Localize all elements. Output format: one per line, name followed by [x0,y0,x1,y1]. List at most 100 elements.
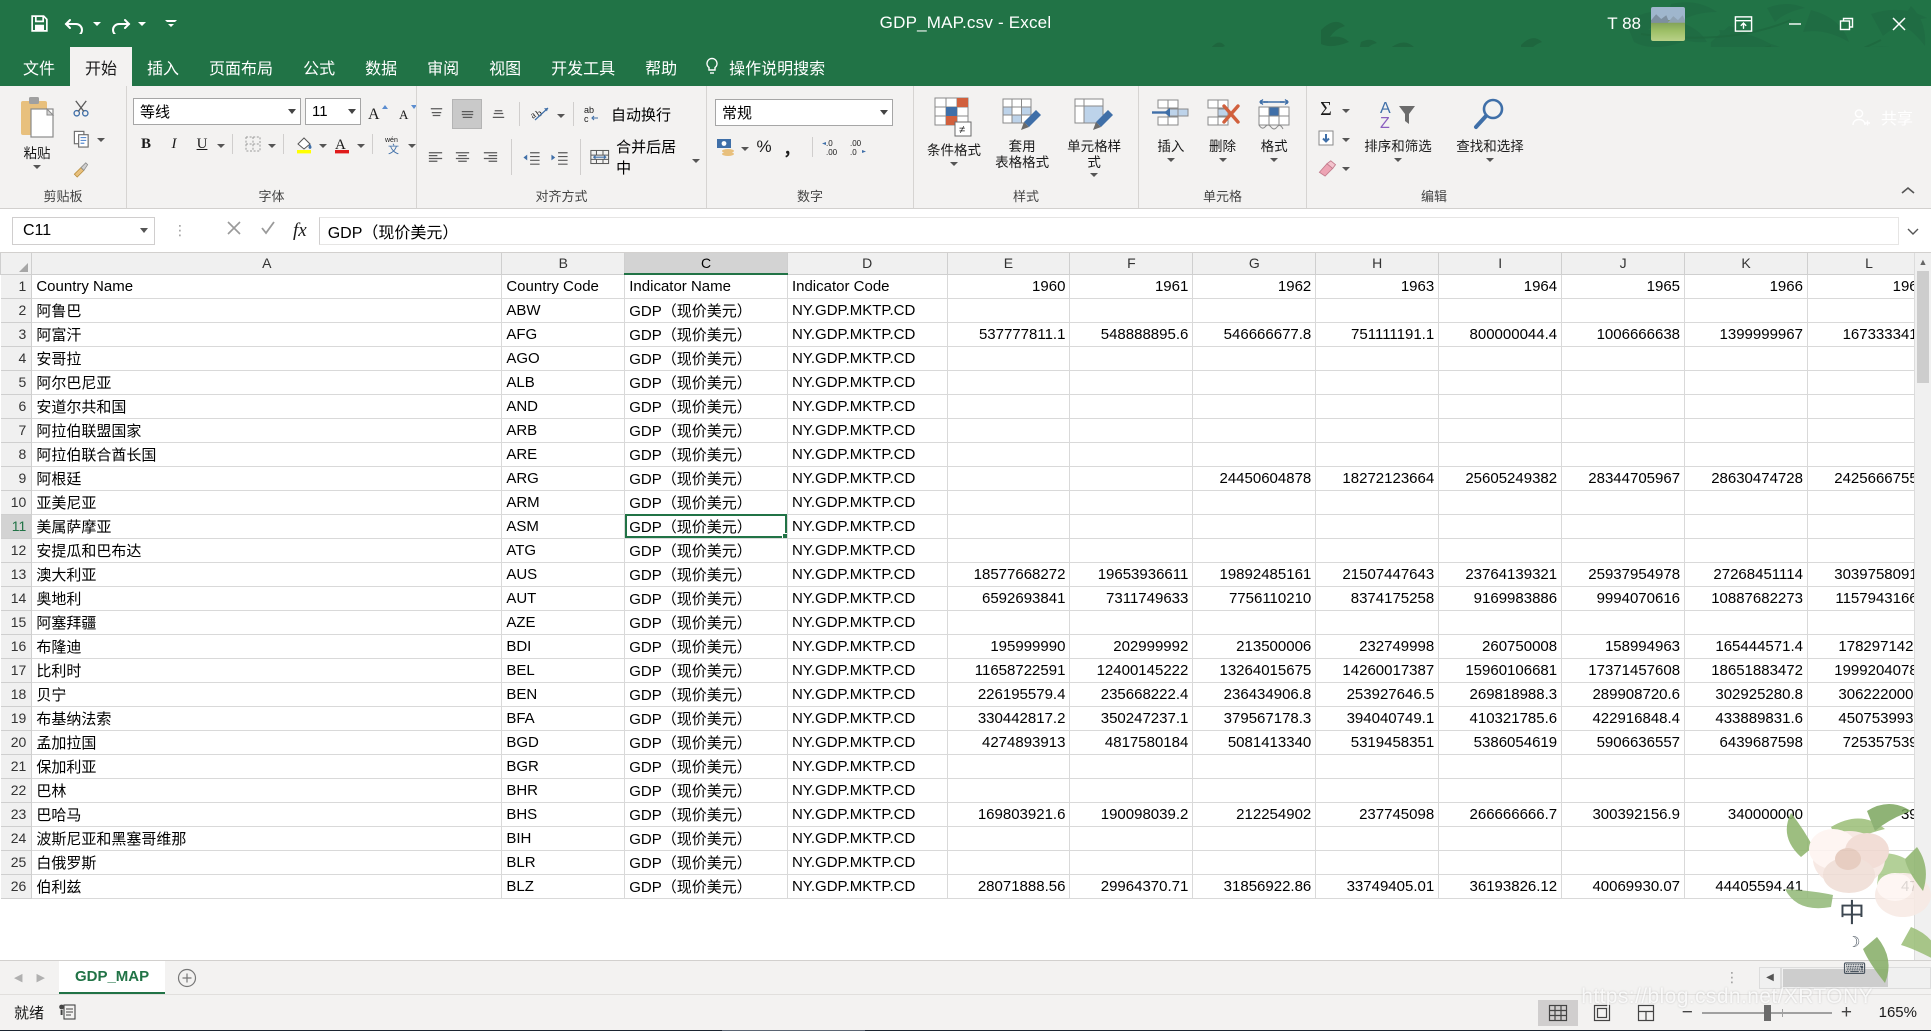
table-row[interactable]: 15 阿塞拜疆 AZE GDP（现价美元） NY.GDP.MKTP.CD [0,609,1931,635]
cell-H7[interactable] [1315,418,1440,443]
cell-A1[interactable]: Country Name [31,274,503,299]
cell-G7[interactable] [1192,418,1317,443]
cell-K26[interactable]: 44405594.41 [1684,874,1808,899]
tab-review[interactable]: 审阅 [412,47,474,86]
cell-J11[interactable] [1561,514,1686,539]
decrease-decimal-button[interactable]: .00 .0 [848,134,874,160]
table-row[interactable]: 12 安提瓜和巴布达 ATG GDP（现价美元） NY.GDP.MKTP.CD [0,537,1931,563]
cell-A17[interactable]: 比利时 [31,658,503,683]
cell-J9[interactable]: 28344705967 [1561,466,1686,491]
cell-K2[interactable] [1684,298,1808,323]
row-header-22[interactable]: 22 [0,777,33,803]
cell-C20[interactable]: GDP（现价美元） [624,730,788,755]
sort-filter-dropdown-icon[interactable] [1394,157,1402,162]
cell-C25[interactable]: GDP（现价美元） [624,850,788,875]
cell-H18[interactable]: 253927646.5 [1315,682,1440,707]
cell-D26[interactable]: NY.GDP.MKTP.CD [787,874,948,899]
zoom-control[interactable]: − + 165% [1682,1002,1917,1024]
cell-K18[interactable]: 302925280.8 [1684,682,1808,707]
format-cells-dropdown-icon[interactable] [1270,157,1279,162]
cell-D25[interactable]: NY.GDP.MKTP.CD [787,850,948,875]
cell-L1[interactable]: 1967 [1807,274,1931,299]
table-row[interactable]: 9 阿根廷 ARG GDP（现价美元） NY.GDP.MKTP.CD 2445060487… [0,465,1931,491]
cell-A18[interactable]: 贝宁 [31,682,503,707]
column-header-e[interactable]: E [946,253,1071,275]
cell-L25[interactable] [1807,850,1931,875]
paste-dropdown-icon[interactable] [33,164,41,169]
cell-G23[interactable]: 212254902 [1192,802,1317,827]
cell-K11[interactable] [1684,514,1808,539]
vertical-scroll-thumb[interactable] [1917,271,1929,383]
cell-E20[interactable]: 4274893913 [947,730,1071,755]
cell-I22[interactable] [1438,778,1563,803]
cell-styles-button[interactable]: 单元格样式 [1056,94,1132,179]
cell-A9[interactable]: 阿根廷 [31,466,503,491]
cell-J12[interactable] [1561,538,1686,563]
row-header-21[interactable]: 21 [0,753,33,779]
clear-dropdown-icon[interactable] [1342,166,1350,171]
cell-A2[interactable]: 阿鲁巴 [31,298,503,323]
cell-G5[interactable] [1192,370,1317,395]
cell-K4[interactable] [1684,346,1808,371]
cell-B23[interactable]: BHS [501,802,626,827]
cell-K25[interactable] [1684,850,1808,875]
find-select-dropdown-icon[interactable] [1486,157,1494,162]
autosum-dropdown-icon[interactable] [1342,108,1350,113]
tell-me-box[interactable]: 操作说明搜索 [692,47,837,86]
cell-L8[interactable] [1807,442,1931,467]
cell-H12[interactable] [1315,538,1440,563]
collapse-ribbon-button[interactable] [1895,178,1921,204]
cell-B25[interactable]: BLR [501,850,626,875]
horizontal-scrollbar[interactable]: ◀ [1759,966,1931,989]
cell-K16[interactable]: 165444571.4 [1684,634,1808,659]
cell-F22[interactable] [1069,778,1194,803]
cell-H19[interactable]: 394040749.1 [1315,706,1440,731]
cell-H14[interactable]: 8374175258 [1315,586,1440,611]
cell-B18[interactable]: BEN [501,682,626,707]
cell-D6[interactable]: NY.GDP.MKTP.CD [787,394,948,419]
page-layout-view-button[interactable] [1582,1000,1622,1026]
table-row[interactable]: 16 布隆迪 BDI GDP（现价美元） NY.GDP.MKTP.CD 195999990… [0,633,1931,659]
table-row[interactable]: 17 比利时 BEL GDP（现价美元） NY.GDP.MKTP.CD 116587225… [0,657,1931,683]
cell-L10[interactable] [1807,490,1931,515]
accessibility-icon[interactable] [58,1001,78,1025]
tab-developer[interactable]: 开发工具 [536,47,630,86]
cell-D1[interactable]: Indicator Code [787,274,948,299]
cell-D10[interactable]: NY.GDP.MKTP.CD [787,490,948,515]
row-header-24[interactable]: 24 [0,825,33,851]
cell-F6[interactable] [1069,394,1194,419]
cell-A7[interactable]: 阿拉伯联盟国家 [31,418,503,443]
cell-H22[interactable] [1315,778,1440,803]
cell-F2[interactable] [1069,298,1194,323]
table-row[interactable]: 3 阿富汗 AFG GDP（现价美元） NY.GDP.MKTP.CD 537777811.… [0,321,1931,347]
delete-cells-button[interactable]: 删除 [1197,96,1249,164]
cell-I23[interactable]: 266666666.7 [1438,802,1563,827]
wrap-text-button[interactable]: ab c 自动换行 [582,103,671,125]
cell-B22[interactable]: BHR [501,778,626,803]
increase-indent-button[interactable] [547,144,572,170]
cell-K19[interactable]: 433889831.6 [1684,706,1808,731]
cell-L2[interactable] [1807,298,1931,323]
cell-F3[interactable]: 548888895.6 [1069,322,1194,347]
cell-H8[interactable] [1315,442,1440,467]
row-header-14[interactable]: 14 [0,585,33,611]
enter-formula-icon[interactable] [259,219,277,242]
table-row[interactable]: 25 白俄罗斯 BLR GDP（现价美元） NY.GDP.MKTP.CD [0,849,1931,875]
column-header-c[interactable]: C [624,253,788,275]
tab-formulas[interactable]: 公式 [288,47,350,86]
cell-L4[interactable] [1807,346,1931,371]
cell-F13[interactable]: 19653936611 [1069,562,1194,587]
column-header-g[interactable]: G [1192,253,1317,275]
cell-K24[interactable] [1684,826,1808,851]
cell-G13[interactable]: 19892485161 [1192,562,1317,587]
row-header-1[interactable]: 1 [0,273,33,299]
cell-B13[interactable]: AUS [501,562,626,587]
cell-A4[interactable]: 安哥拉 [31,346,503,371]
tab-help[interactable]: 帮助 [630,47,692,86]
cell-F18[interactable]: 235668222.4 [1069,682,1194,707]
cell-A19[interactable]: 布基纳法索 [31,706,503,731]
align-right-button[interactable] [478,144,503,170]
column-header-k[interactable]: K [1684,253,1808,275]
cell-H4[interactable] [1315,346,1440,371]
hscroll-track[interactable] [1781,966,1931,989]
